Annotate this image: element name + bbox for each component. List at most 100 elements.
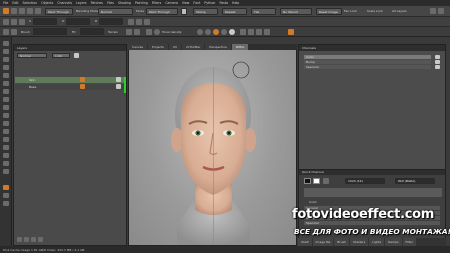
paint-tool-icon[interactable] <box>3 41 9 46</box>
secondary-color-swatch[interactable] <box>313 178 320 184</box>
menu-item[interactable]: Pasta <box>219 1 228 5</box>
menu-item[interactable]: Shading <box>118 1 131 5</box>
lock-icon[interactable] <box>74 53 79 58</box>
stencil-select[interactable]: No Stencil <box>280 8 312 15</box>
menu-item[interactable]: Patches <box>91 1 103 5</box>
layer-lock-icon[interactable] <box>116 77 121 82</box>
fill-icon[interactable] <box>35 8 41 14</box>
menu-item[interactable]: Python <box>204 1 215 5</box>
projection-tool-icon[interactable] <box>3 73 9 78</box>
menu-item[interactable]: View <box>182 1 190 5</box>
lazy-mouse-icon[interactable] <box>11 19 17 25</box>
zoom-icon[interactable] <box>256 29 262 35</box>
frame-icon[interactable] <box>264 29 270 35</box>
wireframe-icon[interactable] <box>154 29 160 35</box>
brush-field[interactable] <box>33 28 67 35</box>
shelf-tab[interactable]: Shelf <box>298 238 312 246</box>
layer-row-base[interactable]: Base <box>15 84 125 90</box>
shader-icon[interactable] <box>146 29 152 35</box>
3d-viewport[interactable] <box>128 44 297 246</box>
tile-button[interactable]: Tile <box>251 8 276 15</box>
menu-item[interactable]: Objects <box>41 1 53 5</box>
menu-item[interactable]: Selection <box>23 1 38 5</box>
shelf-tab[interactable]: Image Ma <box>312 238 334 246</box>
lasso-tool-icon[interactable] <box>3 161 9 166</box>
layer-blend-mode-select[interactable]: Normal <box>17 53 47 58</box>
transform-tool-icon[interactable] <box>3 57 9 62</box>
scale-lock-checkbox[interactable]: Scale Lock <box>367 9 383 13</box>
layout-icon[interactable] <box>11 29 17 35</box>
eraser-icon[interactable] <box>11 8 17 14</box>
primary-color-swatch[interactable] <box>304 178 311 184</box>
menu-item[interactable]: File <box>3 1 8 5</box>
flat-shade-icon[interactable] <box>221 29 227 35</box>
bucket-tool-icon[interactable] <box>3 137 9 142</box>
menu-item[interactable]: Channels <box>57 1 72 5</box>
ambient-icon[interactable] <box>213 29 219 35</box>
mode-select[interactable]: Paint Through <box>146 8 178 15</box>
shelf-tab[interactable]: Filter <box>402 238 416 246</box>
slide-tool-icon[interactable] <box>3 121 9 126</box>
settings-icon[interactable] <box>430 8 436 14</box>
channel-row-color[interactable]: Color <box>304 55 431 59</box>
shelf-tab[interactable]: Lights <box>369 238 385 246</box>
shelf-tab[interactable]: Brush <box>334 238 349 246</box>
rotate-field[interactable] <box>99 18 123 25</box>
pressure-icon[interactable] <box>19 19 25 25</box>
patch-tool-icon[interactable] <box>3 169 9 174</box>
help-icon[interactable] <box>438 8 444 14</box>
layer-row-skin[interactable]: Skin <box>15 77 125 83</box>
eyedropper-tool-icon[interactable] <box>3 65 9 70</box>
jitter-icon[interactable] <box>144 19 150 25</box>
fan-lock-checkbox[interactable]: Fan Lock <box>344 9 357 13</box>
burn-tool-icon[interactable] <box>3 105 9 110</box>
stroke-icon[interactable] <box>136 19 142 25</box>
opacity-field[interactable] <box>66 18 90 25</box>
reset-image-button[interactable]: Reset Image <box>316 8 342 15</box>
folder-icon[interactable] <box>31 237 36 242</box>
paint-through-button[interactable]: Paint Through <box>45 8 73 15</box>
viewport-tab[interactable]: Ortho <box>231 44 249 50</box>
repeat-button[interactable]: Repeat <box>222 8 247 15</box>
mode-swatch[interactable] <box>181 8 187 15</box>
stamp-button[interactable]: Stamp <box>193 8 218 15</box>
blur-tool-icon[interactable] <box>3 89 9 94</box>
brush-preset-icon[interactable] <box>3 19 9 25</box>
all-layers-checkbox[interactable]: All Layers <box>392 9 407 13</box>
menu-item[interactable]: Help <box>232 1 239 5</box>
blending-mode-select[interactable]: Normal <box>98 8 133 15</box>
clone-icon[interactable] <box>19 8 25 14</box>
menu-item[interactable]: Font <box>193 1 200 5</box>
viewport-tab[interactable]: Projects <box>148 44 168 50</box>
select-tool-icon[interactable] <box>3 49 9 54</box>
smear-icon[interactable] <box>27 8 33 14</box>
paint-icon[interactable] <box>3 8 9 14</box>
full-shade-icon[interactable] <box>229 29 235 35</box>
shelf-tab[interactable]: Ramps <box>385 238 402 246</box>
rotate-view-icon[interactable] <box>240 29 246 35</box>
viewport-tab[interactable]: UV <box>168 44 182 50</box>
dodge-tool-icon[interactable] <box>3 97 9 102</box>
color-pick-icon[interactable] <box>3 185 9 190</box>
light-tool-icon[interactable] <box>3 201 9 206</box>
layer-opacity-field[interactable]: 1.00 <box>52 53 70 58</box>
menu-item[interactable]: Filters <box>152 1 162 5</box>
sharpen-tool-icon[interactable] <box>3 81 9 86</box>
swap-colors-icon[interactable] <box>323 178 329 184</box>
channel-row-specular[interactable]: Specular <box>304 65 431 69</box>
layer-visible-icon[interactable] <box>80 84 85 89</box>
delete-layer-icon[interactable] <box>38 237 43 242</box>
material-icon[interactable] <box>205 29 211 35</box>
pan-icon[interactable] <box>248 29 254 35</box>
sponge-tool-icon[interactable] <box>3 113 9 118</box>
menu-item[interactable]: Layers <box>76 1 87 5</box>
viewport-tab[interactable]: Canvas <box>128 44 148 50</box>
text-tool-icon[interactable] <box>3 145 9 150</box>
brush-tip-icon[interactable] <box>128 19 134 25</box>
camera-tool-icon[interactable] <box>3 193 9 198</box>
selection-tool-icon[interactable] <box>288 29 294 35</box>
channel-size-select[interactable]: 1024 (1K) <box>345 178 385 184</box>
layer-visible-icon[interactable] <box>80 77 85 82</box>
marquee-tool-icon[interactable] <box>3 153 9 158</box>
viewport-tab[interactable]: Orthofiler <box>182 44 205 50</box>
